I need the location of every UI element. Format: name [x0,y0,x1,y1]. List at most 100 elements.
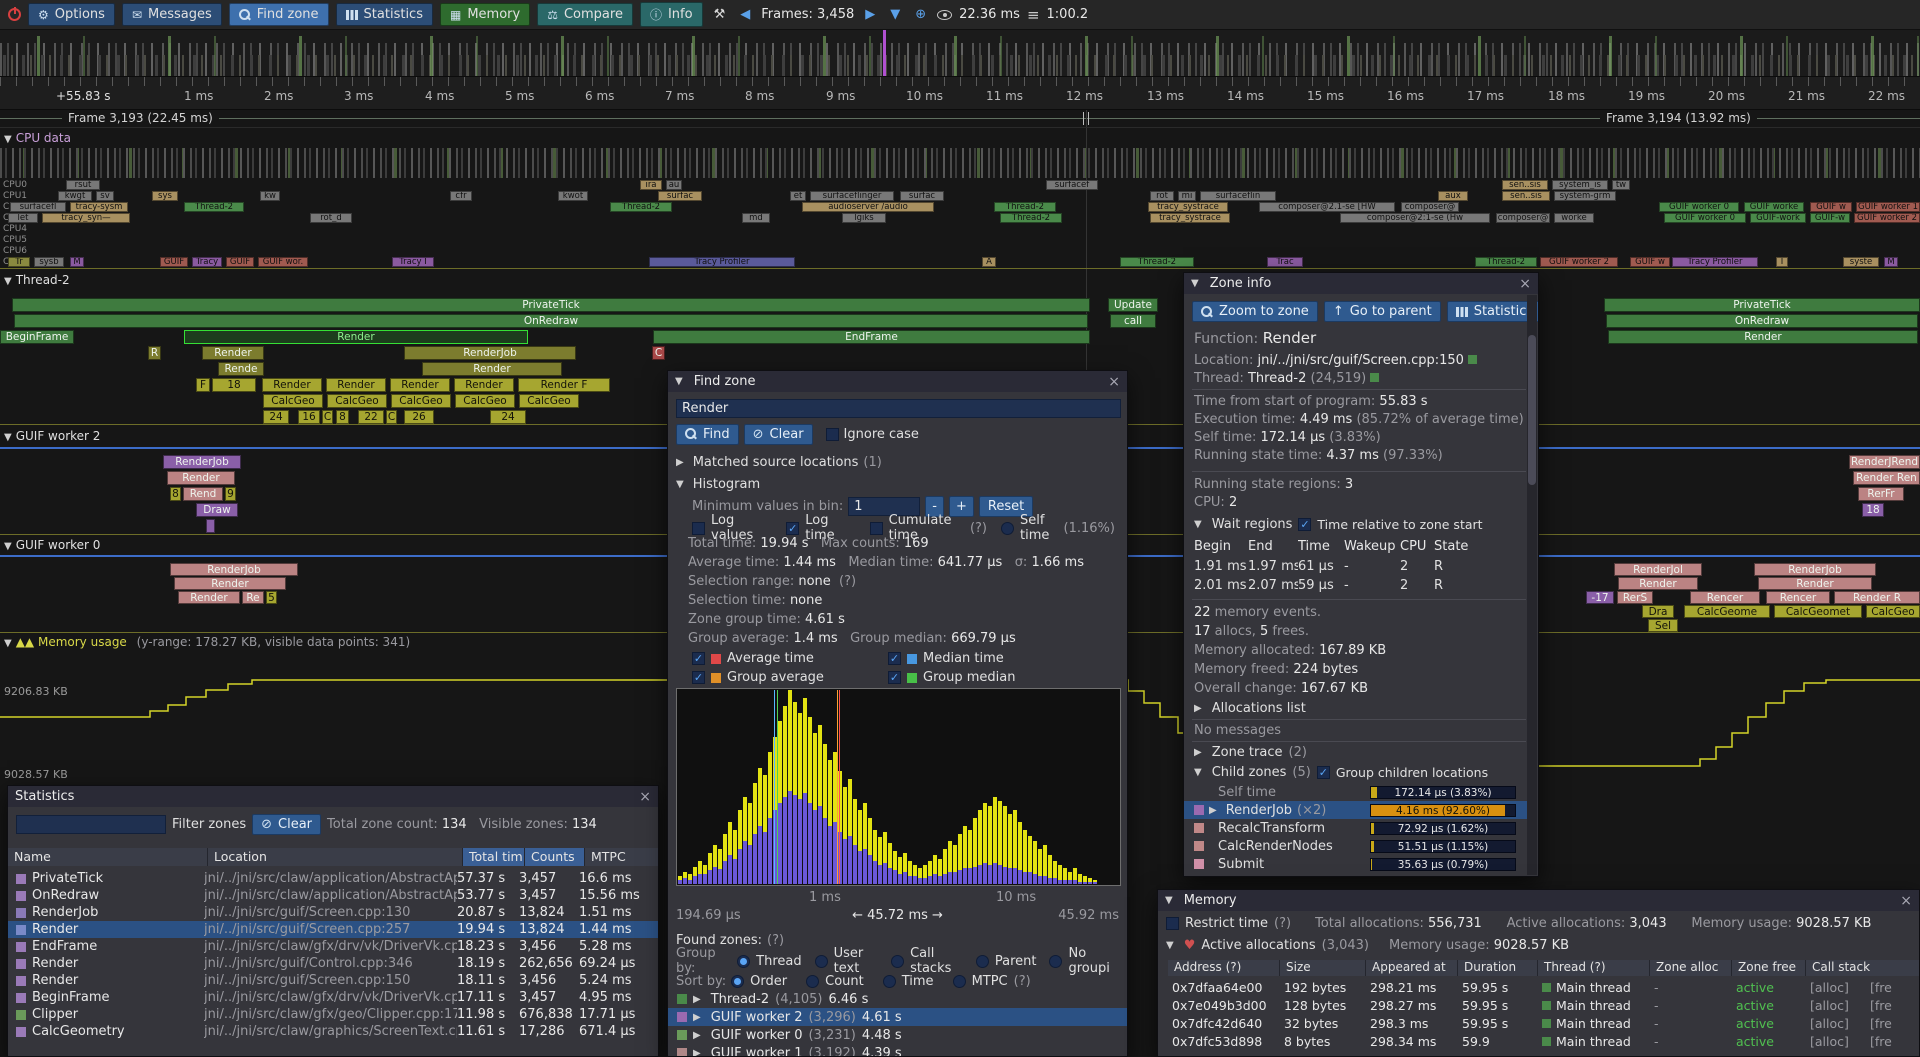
timeline-zone[interactable]: RerS [1617,591,1653,604]
cpu-zone[interactable]: GUIF-w [1810,213,1850,223]
cpu-zone[interactable]: I [1776,257,1788,267]
timeline-zone[interactable]: Render F [518,378,610,392]
cpu-zone[interactable]: Thread-2 [994,202,1056,212]
histogram-toggle[interactable]: ▼Histogram [676,475,1123,493]
timeline-zone[interactable]: Render R [1834,591,1920,604]
timeline-zone[interactable]: Rend [183,487,223,501]
timeline-zone[interactable]: CalcGeomet [1774,605,1862,618]
frame-label[interactable]: Frame 3,194 (13.92 ms) [1600,111,1757,125]
timeline-zone[interactable]: Rende [218,362,264,376]
allocation-row[interactable]: 0x7dfc53d898 8 bytes 298.34 ms 59.9 Main… [1168,1034,1920,1052]
timeline-zone[interactable]: CalcGeo [327,394,387,408]
checkbox[interactable] [692,671,705,684]
cpu-zone[interactable]: aux [1438,191,1468,201]
cpu-zone[interactable]: Tracy Profiler [649,257,795,267]
cpu-zone[interactable]: tracy-sysm [70,202,128,212]
checkbox[interactable] [1001,522,1014,535]
alloc-callstack-free[interactable]: [fre [1870,1034,1920,1049]
sort-by-radio[interactable]: Count [806,974,870,989]
cpu-zone[interactable]: GUIF worke [1744,202,1804,212]
stats-table-row[interactable]: OnRedraw jni/../jni/src/claw/application… [8,887,659,904]
timeline-zone[interactable]: CalcGeo [263,394,323,408]
cpu-zone[interactable]: GUIF worker 2 [1854,213,1920,223]
cpu-zone[interactable]: Tracy [192,257,222,267]
timeline-zone[interactable]: Render [178,591,240,604]
alloc-appeared[interactable]: 298.27 ms [1370,998,1458,1013]
sort-by-radio[interactable]: MTPC (?) [953,974,1031,989]
find-button[interactable]: Find [676,424,739,445]
radio[interactable] [953,975,966,988]
timeline-zone[interactable]: Render [184,330,528,344]
legend-toggle[interactable]: Group median [888,670,1084,685]
cpu-zone[interactable]: kwgt [58,191,92,201]
cpu-zone[interactable]: Thread-2 [1000,213,1062,223]
matched-source-locations-toggle[interactable]: ▶Matched source locations (1) [676,453,1123,471]
timeline-zone[interactable]: RenderJRend [1849,455,1920,469]
timeline-zone[interactable]: CalcGeo [1866,605,1920,618]
cpu-zone[interactable]: system-grm [1554,191,1616,201]
cpu-zone[interactable]: cfr [450,191,472,201]
timeline-zone[interactable]: Render [174,577,286,590]
child-zone-row[interactable]: RecalcTransform 72.92 µs (1.62%) [1184,819,1528,837]
cpu-zone[interactable]: surfac [658,191,702,201]
cpu-zone[interactable]: GUIF [160,257,188,267]
cpu-zone[interactable]: worke [1554,213,1594,223]
cpu-zone[interactable]: surfac [900,191,944,201]
cpu-zone[interactable]: sysb [34,257,64,267]
checkbox[interactable] [692,652,705,665]
restrict-time-checkbox[interactable] [1166,917,1179,930]
alloc-callstack-free[interactable]: [fre [1870,1016,1920,1031]
alloc-callstack-free[interactable]: [fre [1870,980,1920,995]
timeline-zone[interactable]: 24 [490,410,526,424]
found-zone-group-row[interactable]: ▶ GUIF worker 0 (3,231) 4.48 s [668,1026,1128,1044]
legend-toggle[interactable]: Median time [888,651,1084,666]
cpu-zone[interactable]: mi [1178,191,1196,201]
timeline-zone[interactable]: Render Ren [1853,471,1920,485]
find-zone-window-titlebar[interactable]: ▼ Find zone × [668,371,1127,392]
active-allocations-label[interactable]: Active allocations [1201,938,1315,953]
timeline-zone[interactable]: Sel [1648,619,1678,632]
collapse-icon[interactable]: ▼ [1165,895,1173,906]
cpu-zone[interactable]: sv [96,191,114,201]
memory-button[interactable]: ▦Memory [440,3,530,26]
timeline-zone[interactable]: Render [454,378,514,392]
timeline-zone[interactable]: Render [326,378,386,392]
cpu-zone[interactable]: surfacefl [10,202,66,212]
checkbox[interactable] [870,522,883,535]
stats-column-header[interactable]: Counts [525,848,585,866]
cpu-zone[interactable]: Thread-2 [610,202,672,212]
radio[interactable] [1049,955,1062,968]
cpu-zone[interactable]: sen..sis [1502,180,1548,190]
timeline-zone[interactable]: RenderJob [170,563,298,576]
cpu-zone[interactable]: sen..sis [1502,191,1550,201]
cpu-zone[interactable]: GUIF [226,257,254,267]
stats-column-header[interactable]: MTPC [585,848,659,866]
timeline-zone[interactable]: 8 [170,487,181,501]
timeline-zone[interactable]: Render [390,378,450,392]
zone-statistics-button[interactable]: Statistics [1447,301,1539,322]
wait-region-row[interactable]: 2.01 ms2.07 ms59 µs-2R [1194,576,1474,595]
zone-trace-toggle[interactable]: ▶Zone trace (2) [1194,745,1524,760]
timeline-zone[interactable]: EndFrame [653,330,1090,344]
cpu-zone[interactable]: ira [640,180,662,190]
cpu-zone[interactable]: Thread-2 [1120,257,1194,267]
cpu-zone[interactable]: au [666,180,682,190]
timeline-zone[interactable]: 18 [212,378,256,392]
tools-icon[interactable]: ⚒ [710,5,730,24]
close-icon[interactable]: × [1519,276,1531,292]
radio[interactable] [806,975,819,988]
clear-filter-button[interactable]: ⊘Clear [252,814,321,835]
zone-thread[interactable]: Thread: Thread-2 (24,519) [1194,371,1524,386]
radio[interactable] [737,955,750,968]
cpu-zone[interactable]: GUIF worker 1 [1856,202,1920,212]
messages-button[interactable]: ✉Messages [122,3,222,26]
wait-region-row[interactable]: 1.91 ms1.97 ms61 µs-2R [1194,557,1474,576]
stats-table-row[interactable]: EndFrame jni/../jni/src/claw/gfx/drv/vk/… [8,938,659,955]
crosshair-button[interactable]: ⊕ [911,5,930,24]
find-zone-search-input[interactable] [676,399,1121,418]
timeline-zone[interactable]: Render [262,378,322,392]
radio[interactable] [891,955,904,968]
group-by-radio[interactable]: Parent [976,954,1037,969]
stats-table-row[interactable]: BeginFrame jni/../jni/src/claw/gfx/drv/v… [8,989,659,1006]
child-zone-row[interactable]: Self time 172.14 µs (3.83%) [1184,783,1528,801]
